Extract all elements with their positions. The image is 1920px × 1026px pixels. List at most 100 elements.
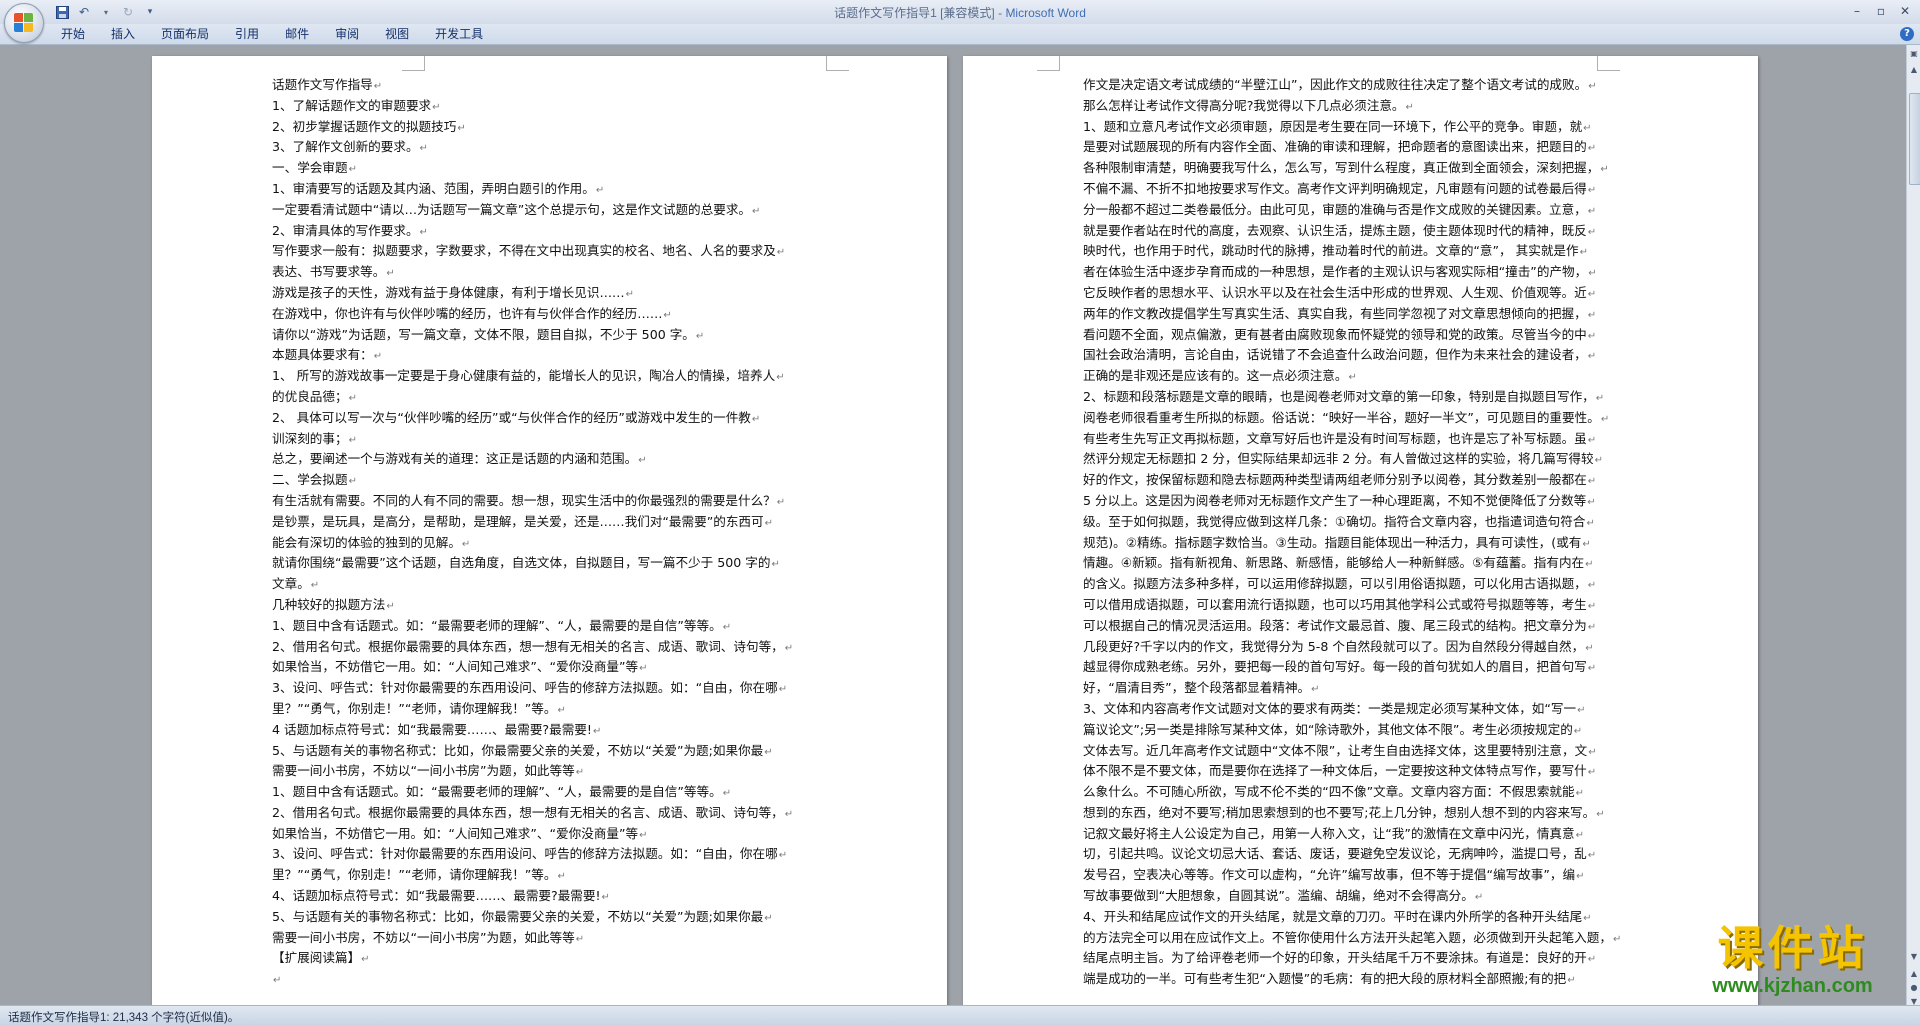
- text-line[interactable]: 1、题目中含有话题式。如：“最需要老师的理解”、“人，最需要的是自信”等等。↵: [272, 616, 832, 637]
- help-icon[interactable]: ?: [1900, 27, 1914, 41]
- text-line[interactable]: 【扩展阅读篇】↵: [272, 948, 832, 969]
- text-line[interactable]: 体不限不是不要文体，而是要你在选择了一种文体后，一定要按这种文体特点写作，要写什…: [1083, 761, 1639, 782]
- text-line[interactable]: 1、题和立意凡考试作文必须审题，原因是考生要在同一环境下，作公平的竞争。审题，就…: [1083, 117, 1639, 138]
- text-line[interactable]: 2、初步掌握话题作文的拟题技巧↵: [272, 117, 832, 138]
- text-line[interactable]: 规范)。②精练。指标题字数恰当。③生动。指题目能体现出一种活力，具有可读性，(或…: [1083, 533, 1639, 554]
- tab-insert[interactable]: 插入: [98, 25, 148, 43]
- text-line[interactable]: 那么怎样让考试作文得高分呢?我觉得以下几点必须注意。↵: [1083, 96, 1639, 117]
- text-line[interactable]: 有些考生先写正文再拟标题，文章写好后也许是没有时间写标题，也许是忘了补写标题。虽…: [1083, 429, 1639, 450]
- text-line[interactable]: 的含义。拟题方法多种多样，可以运用修辞拟题，可以引用俗语拟题，可以化用古语拟题，…: [1083, 574, 1639, 595]
- text-line[interactable]: 总之，要阐述一个与游戏有关的道理：这正是话题的内涵和范围。↵: [272, 449, 832, 470]
- text-line[interactable]: 1、题目中含有话题式。如：“最需要老师的理解”、“人，最需要的是自信”等等。↵: [272, 782, 832, 803]
- text-line[interactable]: 里？”“勇气，你别走！”“老师，请你理解我！”等。↵: [272, 865, 832, 886]
- text-line[interactable]: 4、话题加标点符号式：如“我最需要……、最需要?最需要!↵: [272, 886, 832, 907]
- text-line[interactable]: 篇议论文”;另一类是排除写某种文体，如“除诗歌外，其他文体不限”。考生必须按规定…: [1083, 720, 1639, 741]
- text-line[interactable]: 可以根据自己的情况灵活运用。段落：考试作文最忌首、腹、尾三段式的结构。把文章分为…: [1083, 616, 1639, 637]
- text-line[interactable]: 分一般都不超过二类卷最低分。由此可见，审题的准确与否是作文成败的关键因素。立意，…: [1083, 200, 1639, 221]
- text-line[interactable]: 几种较好的拟题方法↵: [272, 595, 832, 616]
- text-line[interactable]: 1、审清要写的话题及其内涵、范围，弄明白题引的作用。↵: [272, 179, 832, 200]
- text-line[interactable]: 的方法完全可以用在应试作文上。不管你使用什么方法开头起笔入题，必须做到开头起笔入…: [1083, 928, 1639, 949]
- text-line[interactable]: 端是成功的一半。可有些考生犯“入题慢”的毛病：有的把大段的原材料全部照搬;有的把…: [1083, 969, 1639, 990]
- text-line[interactable]: 2、借用名句式。根据你最需要的具体东西，想一想有无相关的名言、成语、歌词、诗句等…: [272, 803, 832, 824]
- tab-references[interactable]: 引用: [222, 25, 272, 43]
- text-line[interactable]: 者在体验生活中逐步孕育而成的一种思想，是作者的主观认识与客观实际相“撞击”的产物…: [1083, 262, 1639, 283]
- text-line[interactable]: 5、与话题有关的事物名称式：比如，你最需要父亲的关爱，不妨以“关爱”为题;如果你…: [272, 907, 832, 928]
- text-line[interactable]: 阅卷老师很看重考生所拟的标题。俗话说：“映好一半谷，题好一半文”，可见题目的重要…: [1083, 408, 1639, 429]
- scroll-thumb[interactable]: [1909, 93, 1920, 185]
- text-line[interactable]: 3、了解作文创新的要求。↵: [272, 137, 832, 158]
- text-line[interactable]: 么象什么。不可随心所欲，写成不伦不类的“四不像”文章。文章内容方面：不假思索就能…: [1083, 782, 1639, 803]
- text-line[interactable]: 写故事要做到“大胆想象，自圆其说”。滥编、胡编，绝对不会得高分。↵: [1083, 886, 1639, 907]
- text-line[interactable]: 一定要看清试题中“请以…为话题写一篇文章”这个总提示句，这是作文试题的总要求。↵: [272, 200, 832, 221]
- text-line[interactable]: 二、学会拟题↵: [272, 470, 832, 491]
- text-line[interactable]: 越显得你成熟老练。另外，要把每一段的首句写好。每一段的首句犹如人的眉目，把首句写…: [1083, 657, 1639, 678]
- text-line[interactable]: 需要一间小书房，不妨以“一间小书房”为题，如此等等↵: [272, 761, 832, 782]
- status-word-count[interactable]: 话题作文写作指导1: 21,343 个字符(近似值)。: [8, 1009, 239, 1025]
- text-line[interactable]: 结尾点明主旨。为了给评卷老师一个好的印象，开头结尾千万不要涂抹。有道是：良好的开…: [1083, 948, 1639, 969]
- text-line[interactable]: 2、标题和段落标题是文章的眼睛，也是阅卷老师对文章的第一印象，特别是自拟题目写作…: [1083, 387, 1639, 408]
- text-line[interactable]: 如果恰当，不妨借它一用。如：“人间知己难求”、“爱你没商量”等↵: [272, 657, 832, 678]
- tab-page-layout[interactable]: 页面布局: [148, 25, 222, 43]
- maximize-icon[interactable]: ▫: [1870, 2, 1892, 20]
- text-line[interactable]: 3、设问、呼告式：针对你最需要的东西用设问、呼告的修辞方法拟题。如：“自由，你在…: [272, 844, 832, 865]
- text-line[interactable]: 是钞票，是玩具，是高分，是帮助，是理解，是关爱，还是……我们对“最需要”的东西可…: [272, 512, 832, 533]
- text-line[interactable]: ↵: [272, 969, 832, 990]
- tab-mailings[interactable]: 邮件: [272, 25, 322, 43]
- text-line[interactable]: 一、学会审题↵: [272, 158, 832, 179]
- text-line[interactable]: 游戏是孩子的天性，游戏有益于身体健康，有利于增长见识……↵: [272, 283, 832, 304]
- text-line[interactable]: 好的作文，按保留标题和隐去标题两种类型请两组老师分别予以阅卷，其分数差别一般都在…: [1083, 470, 1639, 491]
- office-button[interactable]: [4, 3, 44, 43]
- text-line[interactable]: 3、设问、呼告式：针对你最需要的东西用设问、呼告的修辞方法拟题。如：“自由，你在…: [272, 678, 832, 699]
- text-line[interactable]: 正确的是非观还是应该有的。这一点必须注意。↵: [1083, 366, 1639, 387]
- text-line[interactable]: 不偏不漏、不折不扣地按要求写作文。高考作文评判明确规定，凡审题有问题的试卷最后得…: [1083, 179, 1639, 200]
- ruler-toggle-icon[interactable]: ▣: [1908, 47, 1920, 61]
- text-line[interactable]: 2、借用名句式。根据你最需要的具体东西，想一想有无相关的名言、成语、歌词、诗句等…: [272, 637, 832, 658]
- text-line[interactable]: 2、审清具体的写作要求。↵: [272, 221, 832, 242]
- text-line[interactable]: 5、与话题有关的事物名称式：比如，你最需要父亲的关爱，不妨以“关爱”为题;如果你…: [272, 741, 832, 762]
- text-line[interactable]: 它反映作者的思想水平、认识水平以及在社会生活中形成的世界观、人生观、价值观等。近…: [1083, 283, 1639, 304]
- tab-review[interactable]: 审阅: [322, 25, 372, 43]
- text-line[interactable]: 5 分以上。这是因为阅卷老师对无标题作文产生了一种心理距离，不知不觉便降低了分数…: [1083, 491, 1639, 512]
- text-line[interactable]: 想到的东西，绝对不要写;稍加思索想到的也不要写;花上几分钟，想别人想不到的内容来…: [1083, 803, 1639, 824]
- text-line[interactable]: 记叙文最好将主人公设定为自己，用第一人称入文，让“我”的激情在文章中闪光，情真意…: [1083, 824, 1639, 845]
- text-line[interactable]: 作文是决定语文考试成绩的“半壁江山”，因此作文的成败往往决定了整个语文考试的成败…: [1083, 75, 1639, 96]
- text-line[interactable]: 两年的作文教改提倡学生写真实生活、真实自我，有些同学忽视了对文章思想倾向的把握，…: [1083, 304, 1639, 325]
- text-line[interactable]: 4 话题加标点符号式：如“我最需要……、最需要?最需要!↵: [272, 720, 832, 741]
- scroll-up-icon[interactable]: ▲: [1908, 63, 1920, 77]
- text-line[interactable]: 就请你围绕“最需要”这个话题，自选角度，自选文体，自拟题目，写一篇不少于 500…: [272, 553, 832, 574]
- text-line[interactable]: 发号召，空表决心等等。作文可以虚构，“允许”编写故事，但不等于提倡“编写故事”，…: [1083, 865, 1639, 886]
- text-line[interactable]: 文体去写。近几年高考作文试题中“文体不限”，让考生自由选择文体，这里要特别注意，…: [1083, 741, 1639, 762]
- text-line[interactable]: 就是要作者站在时代的高度，去观察、认识生活，提炼主题，使主题体现时代的精神，既反…: [1083, 221, 1639, 242]
- document-area[interactable]: 话题作文写作指导↵ 1、了解话题作文的审题要求↵ 2、初步掌握话题作文的拟题技巧↵ 3…: [0, 45, 1906, 1005]
- vertical-scrollbar[interactable]: ▣ ▲ ▼ ▲ ● ▼: [1906, 45, 1920, 1006]
- tab-developer[interactable]: 开发工具: [422, 25, 496, 43]
- text-line[interactable]: 4、开头和结尾应试作文的开头结尾，就是文章的刀刃。平时在课内外所学的各种开头结尾…: [1083, 907, 1639, 928]
- text-line[interactable]: 几段更好?千字以内的作文，我觉得分为 5-8 个自然段就可以了。因为自然段分得越…: [1083, 637, 1639, 658]
- text-line[interactable]: 文章。↵: [272, 574, 832, 595]
- text-line[interactable]: 情趣。④新颖。指有新视角、新思路、新感悟，能够给人一种新鲜感。⑤有蕴蓄。指有内在…: [1083, 553, 1639, 574]
- text-line[interactable]: 如果恰当，不妨借它一用。如：“人间知己难求”、“爱你没商量”等↵: [272, 824, 832, 845]
- text-line[interactable]: 级。至于如何拟题，我觉得应做到这样几条：①确切。指符合文章内容，也指遣词造句符合…: [1083, 512, 1639, 533]
- text-line[interactable]: 1、 所写的游戏故事一定要是于身心健康有益的，能增长人的见识，陶冶人的情操，培养…: [272, 366, 832, 387]
- text-line[interactable]: 有生活就有需要。不同的人有不同的需要。想一想，现实生活中的你最强烈的需要是什么？…: [272, 491, 832, 512]
- text-line[interactable]: 的优良品德；↵: [272, 387, 832, 408]
- tab-home[interactable]: 开始: [48, 25, 98, 43]
- text-line[interactable]: 训深刻的事；↵: [272, 429, 832, 450]
- text-line[interactable]: 在游戏中，你也许有与伙伴吵嘴的经历，也许有与伙伴合作的经历……↵: [272, 304, 832, 325]
- text-line[interactable]: 切，引起共鸣。议论文切忌大话、套话、废话，要避免空发议论，无病呻吟，滥提口号，乱…: [1083, 844, 1639, 865]
- tab-view[interactable]: 视图: [372, 25, 422, 43]
- minimize-icon[interactable]: –: [1846, 2, 1868, 20]
- close-icon[interactable]: ✕: [1894, 2, 1916, 20]
- text-line[interactable]: 里？”“勇气，你别走！”“老师，请你理解我！”等。↵: [272, 699, 832, 720]
- text-line[interactable]: 是要对试题展现的所有内容作全面、准确的审读和理解，把命题者的意图读出来，把题目的…: [1083, 137, 1639, 158]
- text-line[interactable]: 需要一间小书房，不妨以“一间小书房”为题，如此等等↵: [272, 928, 832, 949]
- page-text-right[interactable]: 作文是决定语文考试成绩的“半壁江山”，因此作文的成败往往决定了整个语文考试的成败…: [1083, 75, 1639, 990]
- document-page-right[interactable]: 作文是决定语文考试成绩的“半壁江山”，因此作文的成败往往决定了整个语文考试的成败…: [963, 56, 1758, 1005]
- text-line[interactable]: 可以借用成语拟题，可以套用流行语拟题，也可以巧用其他学科公式或符号拟题等等，考生…: [1083, 595, 1639, 616]
- text-line[interactable]: 2、 具体可以写一次与“伙伴吵嘴的经历”或“与伙伴合作的经历”或游戏中发生的一件…: [272, 408, 832, 429]
- text-line[interactable]: 能会有深切的体验的独到的见解。↵: [272, 533, 832, 554]
- text-line[interactable]: 话题作文写作指导↵: [272, 75, 832, 96]
- text-line[interactable]: 请你以“游戏”为话题，写一篇文章，文体不限，题目自拟，不少于 500 字。↵: [272, 325, 832, 346]
- text-line[interactable]: 好，“眉清目秀”，整个段落都显着精神。↵: [1083, 678, 1639, 699]
- text-line[interactable]: 写作要求一般有：拟题要求，字数要求，不得在文中出现真实的校名、地名、人名的要求及…: [272, 241, 832, 262]
